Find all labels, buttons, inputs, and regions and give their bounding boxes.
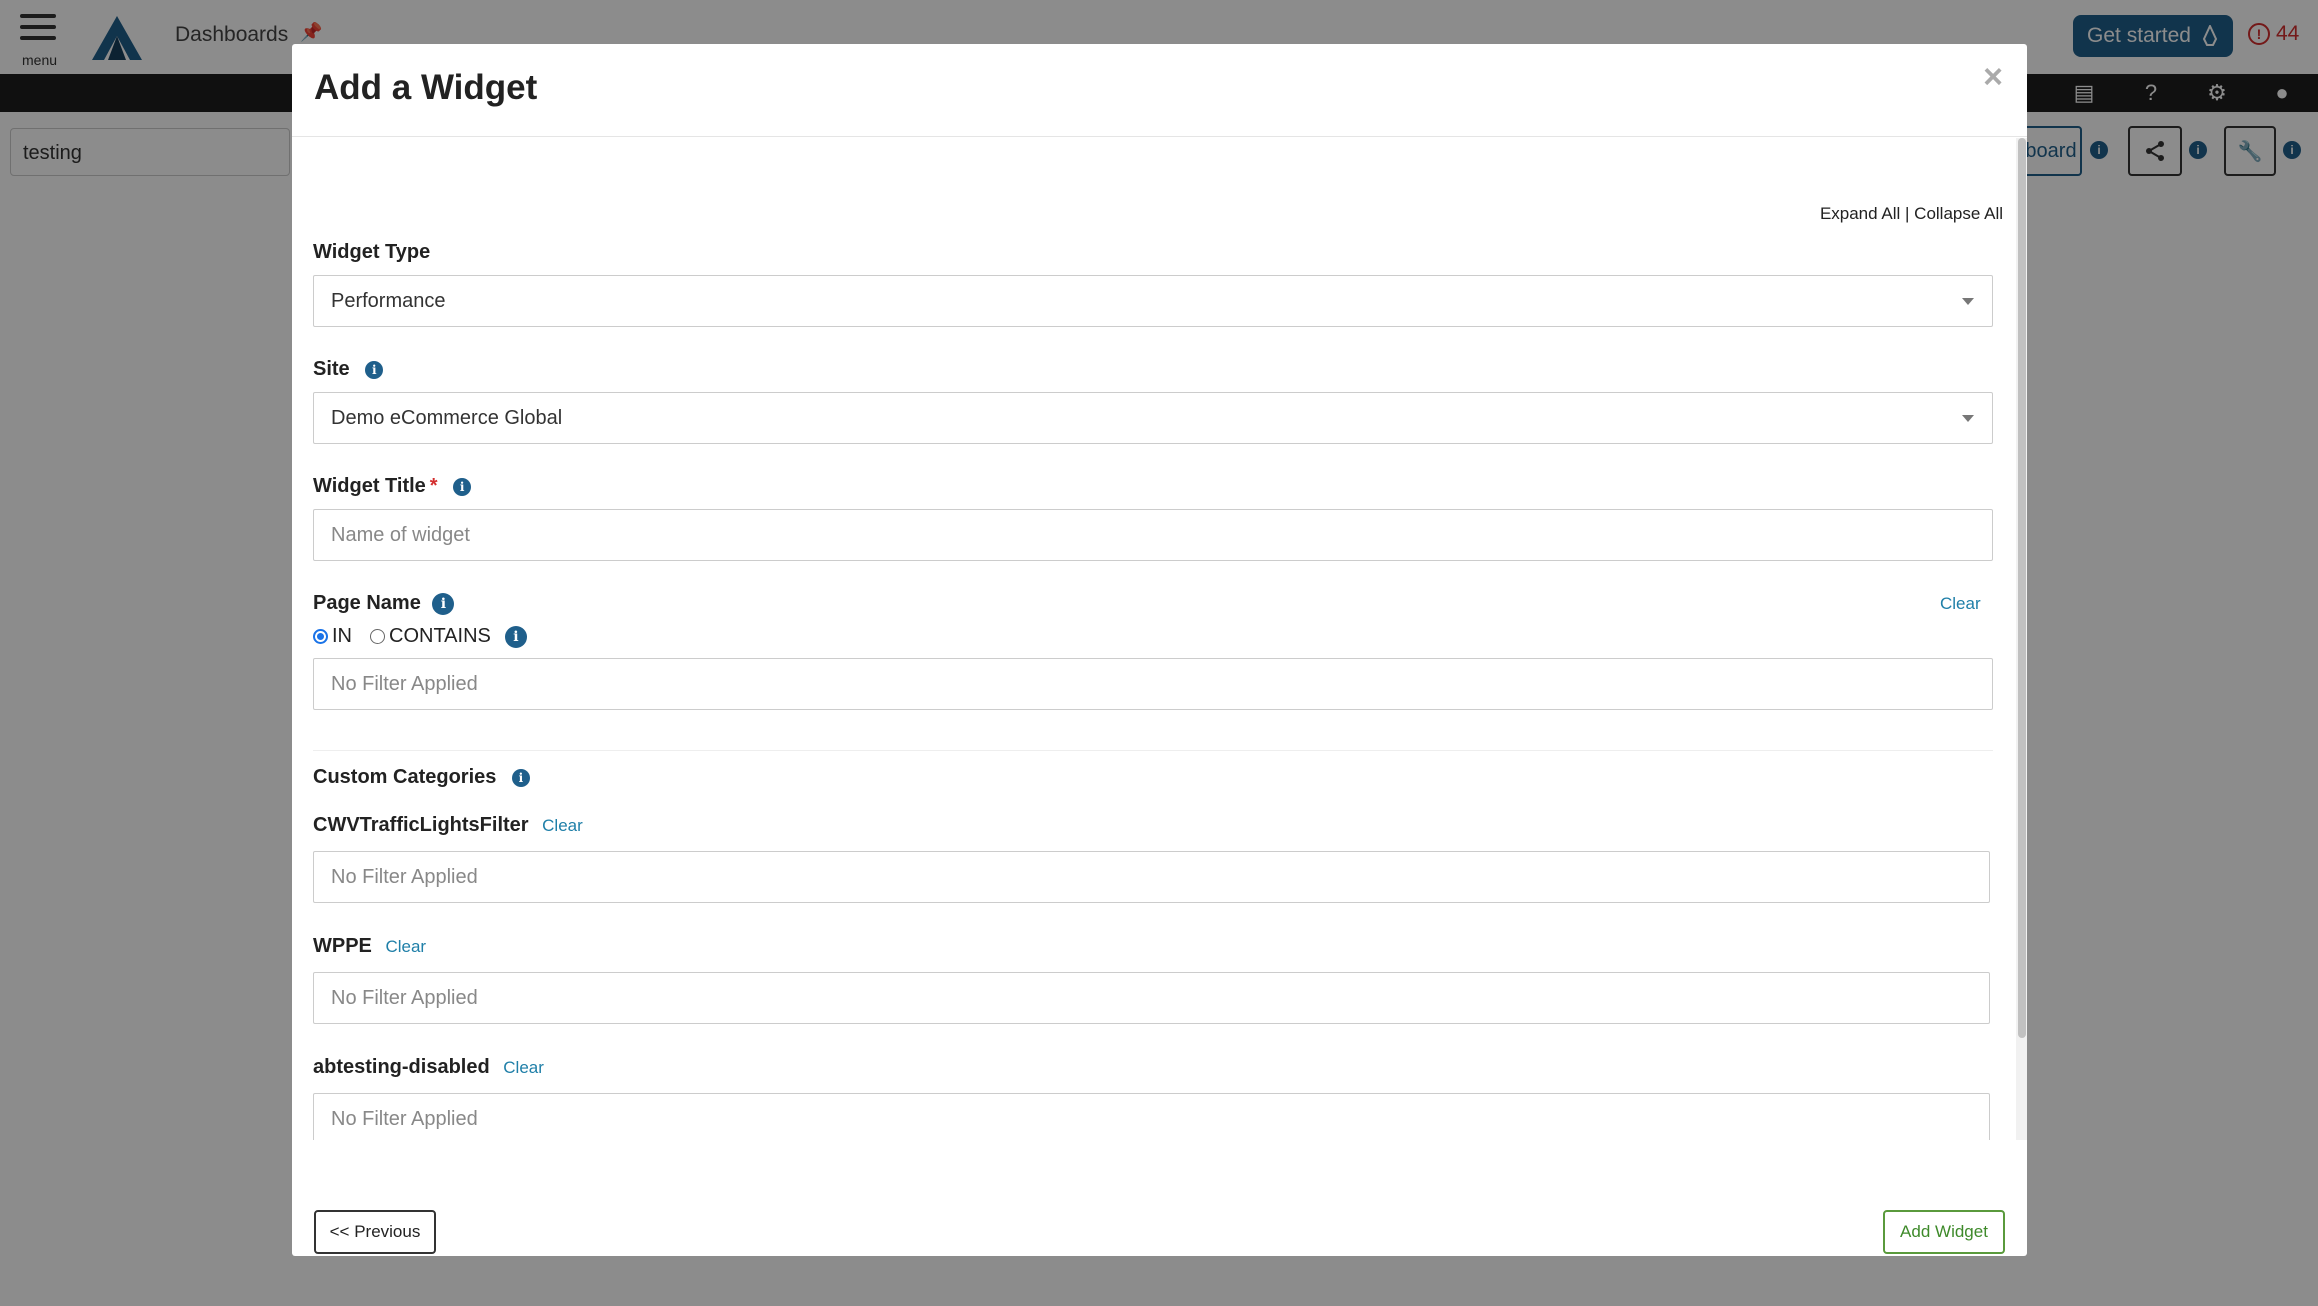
page-name-filter-input[interactable]: No Filter Applied bbox=[313, 658, 1993, 710]
site-value: Demo eCommerce Global bbox=[331, 407, 563, 429]
section-divider bbox=[313, 750, 1993, 751]
category-name: CWVTrafficLightsFilter bbox=[313, 814, 529, 836]
radio-in[interactable] bbox=[313, 629, 328, 644]
info-icon[interactable]: i bbox=[432, 592, 455, 615]
expand-collapse-controls: Expand All | Collapse All bbox=[1820, 204, 2003, 224]
category-filter-input[interactable]: No Filter Applied bbox=[313, 851, 1990, 903]
widget-type-value: Performance bbox=[331, 290, 446, 312]
required-mark: * bbox=[429, 475, 438, 497]
expand-all-link[interactable]: Expand All bbox=[1820, 204, 1900, 223]
category-clear-link[interactable]: Clear bbox=[542, 816, 583, 835]
modal-footer: << Previous Add Widget bbox=[292, 1140, 2027, 1256]
collapse-all-link[interactable]: Collapse All bbox=[1914, 204, 2003, 223]
category-label-group: WPPE Clear bbox=[313, 935, 426, 958]
widget-title-label-group: Widget Title * i bbox=[313, 475, 472, 498]
modal-header: Add a Widget × bbox=[292, 44, 2027, 137]
scrollbar-thumb[interactable] bbox=[2018, 138, 2026, 1038]
widget-type-label: Widget Type bbox=[313, 241, 431, 263]
category-filter-input[interactable]: No Filter Applied bbox=[313, 1093, 1990, 1140]
previous-button[interactable]: << Previous bbox=[314, 1210, 436, 1254]
info-icon[interactable]: i bbox=[504, 625, 527, 648]
widget-title-label: Widget Title bbox=[313, 475, 426, 497]
category-filter-input[interactable]: No Filter Applied bbox=[313, 972, 1990, 1024]
chevron-down-icon bbox=[1962, 298, 1974, 305]
category-clear-link[interactable]: Clear bbox=[385, 937, 426, 956]
page-name-label-group: Page Name i bbox=[313, 592, 455, 615]
separator: | bbox=[1905, 204, 1910, 223]
radio-in-label[interactable]: IN bbox=[332, 625, 352, 648]
modal-body[interactable]: Expand All | Collapse All Widget Type Pe… bbox=[292, 138, 2017, 1140]
radio-contains[interactable] bbox=[370, 629, 385, 644]
category-label-group: CWVTrafficLightsFilter Clear bbox=[313, 814, 583, 837]
category-label-group: abtesting-disabled Clear bbox=[313, 1056, 544, 1079]
close-icon[interactable]: × bbox=[1983, 58, 2003, 97]
modal-scrollbar[interactable] bbox=[2016, 138, 2027, 1140]
widget-type-select[interactable]: Performance bbox=[313, 275, 1993, 327]
radio-contains-label[interactable]: CONTAINS bbox=[389, 625, 491, 648]
info-icon[interactable]: i bbox=[511, 768, 530, 787]
info-icon[interactable]: i bbox=[365, 360, 384, 379]
page-name-match-options: IN CONTAINS i bbox=[313, 625, 527, 648]
site-select[interactable]: Demo eCommerce Global bbox=[313, 392, 1993, 444]
category-clear-link[interactable]: Clear bbox=[503, 1058, 544, 1077]
site-label-group: Site i bbox=[313, 358, 384, 381]
custom-categories-label: Custom Categories bbox=[313, 766, 497, 788]
page-name-label: Page Name bbox=[313, 592, 421, 614]
site-label: Site bbox=[313, 358, 350, 380]
modal-title: Add a Widget bbox=[314, 68, 538, 107]
custom-categories-label-group: Custom Categories i bbox=[313, 766, 530, 789]
add-widget-modal: Add a Widget × Expand All | Collapse All… bbox=[292, 44, 2027, 1256]
add-widget-button[interactable]: Add Widget bbox=[1883, 1210, 2005, 1254]
chevron-down-icon bbox=[1962, 415, 1974, 422]
page-name-clear-link[interactable]: Clear bbox=[1940, 594, 1981, 614]
category-name: abtesting-disabled bbox=[313, 1056, 490, 1078]
category-name: WPPE bbox=[313, 935, 372, 957]
info-icon[interactable]: i bbox=[453, 477, 472, 496]
widget-title-input[interactable]: Name of widget bbox=[313, 509, 1993, 561]
